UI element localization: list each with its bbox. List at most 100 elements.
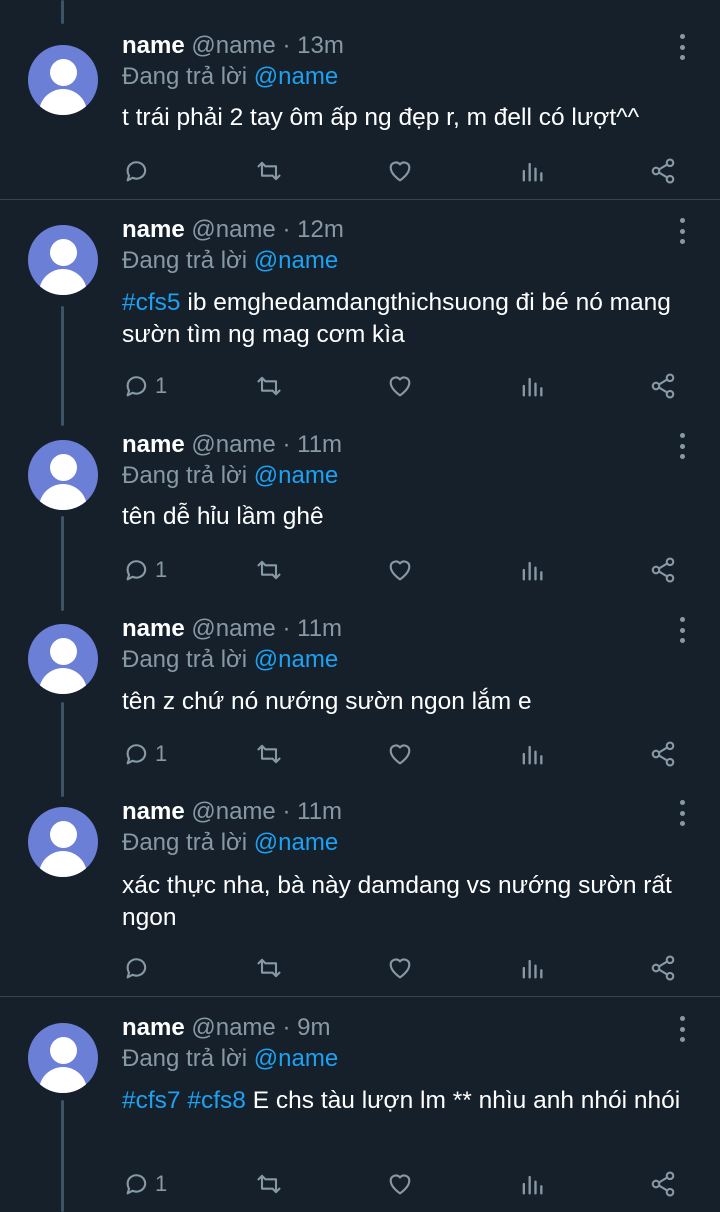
- reply-icon: [126, 744, 147, 765]
- hashtag-link[interactable]: #cfs5: [122, 289, 181, 316]
- share-icon: [651, 557, 675, 583]
- analytics-button[interactable]: [518, 1169, 546, 1199]
- user-handle[interactable]: @name: [191, 1014, 275, 1041]
- avatar[interactable]: [28, 807, 98, 877]
- heart-icon: [389, 744, 411, 765]
- share-button[interactable]: [649, 156, 677, 186]
- reply-context: Đang trả lời @name: [122, 645, 338, 675]
- avatar-body-shape: [39, 851, 87, 877]
- reply-mention[interactable]: @name: [254, 462, 338, 489]
- analytics-button[interactable]: [518, 371, 546, 401]
- timestamp[interactable]: 11m: [297, 615, 342, 642]
- reply-context: Đang trả lời @name: [122, 1044, 338, 1074]
- reply-context: Đang trả lời @name: [122, 828, 338, 858]
- retweet-button[interactable]: [255, 156, 283, 186]
- like-button[interactable]: [386, 953, 414, 983]
- reply-prefix: Đang trả lời: [122, 247, 248, 274]
- analytics-button[interactable]: [518, 156, 546, 186]
- thread-line: [61, 1100, 64, 1212]
- reply-icon: [126, 560, 147, 581]
- analytics-icon: [522, 561, 543, 581]
- display-name[interactable]: name: [122, 431, 185, 458]
- reply-mention[interactable]: @name: [254, 646, 338, 673]
- reply-context: Đang trả lời @name: [122, 461, 338, 491]
- avatar[interactable]: [28, 225, 98, 295]
- tweet-text: #cfs7 #cfs8 E chs tàu lượn lm ** nhìu an…: [122, 1085, 697, 1117]
- tweet-header: name @name · 11m: [122, 430, 342, 460]
- avatar-body-shape: [39, 484, 87, 510]
- user-handle[interactable]: @name: [191, 615, 275, 642]
- reply-button[interactable]: 1: [123, 1169, 167, 1199]
- hashtag-link[interactable]: #cfs7: [122, 1087, 181, 1114]
- analytics-button[interactable]: [518, 555, 546, 585]
- analytics-button[interactable]: [518, 739, 546, 769]
- tweet-body: ib emghedamdangthichsuong đi bé nó mang …: [122, 289, 671, 348]
- reply-button[interactable]: 1: [123, 555, 167, 585]
- share-button[interactable]: [649, 1169, 677, 1199]
- like-button[interactable]: [386, 1169, 414, 1199]
- user-handle[interactable]: @name: [191, 32, 275, 59]
- separator-dot: ·: [282, 32, 291, 59]
- user-handle[interactable]: @name: [191, 216, 275, 243]
- share-button[interactable]: [649, 739, 677, 769]
- reply-mention[interactable]: @name: [254, 829, 338, 856]
- retweet-button[interactable]: [255, 555, 283, 585]
- avatar-head-shape: [50, 1037, 77, 1064]
- reply-button[interactable]: 1: [123, 739, 167, 769]
- display-name[interactable]: name: [122, 615, 185, 642]
- analytics-icon: [522, 959, 543, 979]
- more-vertical-icon[interactable]: [672, 1016, 692, 1042]
- share-button[interactable]: [649, 555, 677, 585]
- timestamp[interactable]: 12m: [297, 216, 344, 243]
- timestamp[interactable]: 11m: [297, 431, 342, 458]
- analytics-icon: [522, 377, 543, 397]
- reply-button[interactable]: 1: [123, 371, 167, 401]
- reply-mention[interactable]: @name: [254, 247, 338, 274]
- reply-icon: [126, 958, 147, 979]
- display-name[interactable]: name: [122, 798, 185, 825]
- display-name[interactable]: name: [122, 32, 185, 59]
- reply-count: 1: [155, 557, 168, 582]
- more-vertical-icon[interactable]: [672, 617, 692, 643]
- user-handle[interactable]: @name: [191, 431, 275, 458]
- reply-count: 1: [155, 373, 168, 398]
- retweet-button[interactable]: [255, 739, 283, 769]
- thread-line: [61, 306, 64, 426]
- tweet-text: xác thực nha, bà này damdang vs nướng sư…: [122, 870, 697, 934]
- more-vertical-icon[interactable]: [672, 218, 692, 244]
- reply-mention[interactable]: @name: [254, 1045, 338, 1072]
- share-button[interactable]: [649, 371, 677, 401]
- avatar[interactable]: [28, 1023, 98, 1093]
- display-name[interactable]: name: [122, 216, 185, 243]
- retweet-button[interactable]: [255, 371, 283, 401]
- more-vertical-icon[interactable]: [672, 433, 692, 459]
- reply-count: 1: [155, 1171, 168, 1196]
- display-name[interactable]: name: [122, 1014, 185, 1041]
- share-button[interactable]: [649, 953, 677, 983]
- tweet-body: E chs tàu lượn lm ** nhìu anh nhói nhói: [252, 1087, 681, 1114]
- analytics-button[interactable]: [518, 953, 546, 983]
- retweet-button[interactable]: [255, 1169, 283, 1199]
- like-button[interactable]: [386, 156, 414, 186]
- reply-mention[interactable]: @name: [254, 63, 338, 90]
- separator-dot: ·: [282, 615, 291, 642]
- like-button[interactable]: [386, 555, 414, 585]
- retweet-button[interactable]: [255, 953, 283, 983]
- reply-button[interactable]: [123, 156, 155, 186]
- timestamp[interactable]: 13m: [297, 32, 344, 59]
- more-vertical-icon[interactable]: [672, 34, 692, 60]
- avatar[interactable]: [28, 440, 98, 510]
- like-button[interactable]: [386, 739, 414, 769]
- reply-prefix: Đang trả lời: [122, 1045, 248, 1072]
- more-vertical-icon[interactable]: [672, 800, 692, 826]
- avatar-head-shape: [50, 821, 77, 848]
- tweet-header: name @name · 11m: [122, 797, 342, 827]
- timestamp[interactable]: 9m: [297, 1014, 330, 1041]
- hashtag-link[interactable]: #cfs8: [187, 1087, 246, 1114]
- user-handle[interactable]: @name: [191, 798, 275, 825]
- avatar[interactable]: [28, 45, 98, 115]
- reply-button[interactable]: [123, 953, 155, 983]
- timestamp[interactable]: 11m: [297, 798, 342, 825]
- avatar[interactable]: [28, 624, 98, 694]
- like-button[interactable]: [386, 371, 414, 401]
